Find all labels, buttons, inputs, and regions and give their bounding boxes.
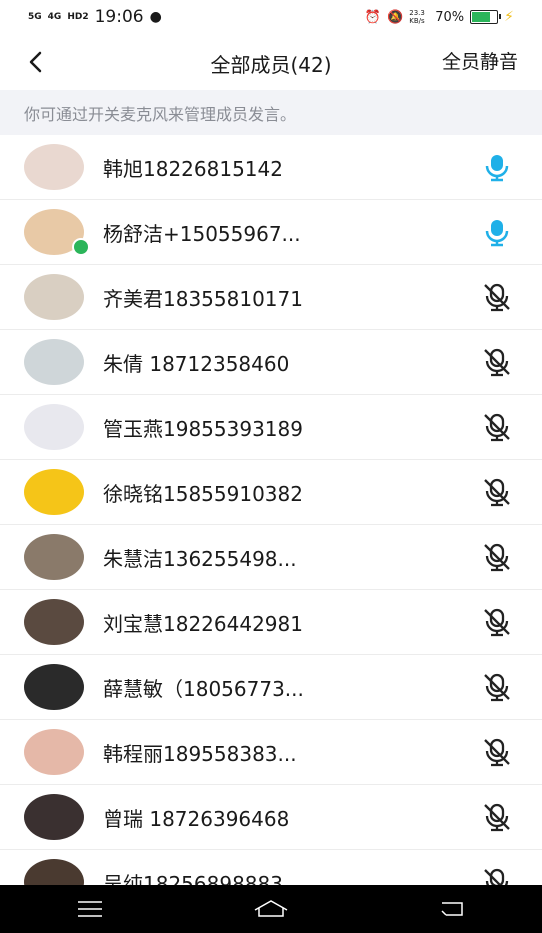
network-5g-icon: 5G (28, 12, 42, 22)
menu-icon (78, 901, 103, 917)
member-name: 薛慧敏（18056773... (103, 676, 304, 701)
mic-on-icon (485, 220, 509, 247)
member-row[interactable]: 韩旭18226815142 (0, 135, 542, 200)
member-name: 吴纯18256898883 (103, 871, 283, 886)
mic-off-toggle[interactable] (482, 412, 512, 442)
mic-off-icon (484, 543, 510, 572)
member-row[interactable]: 朱慧洁136255498... (0, 525, 542, 590)
mic-off-icon (484, 738, 510, 767)
chevron-left-icon (29, 51, 42, 73)
mic-off-toggle[interactable] (482, 802, 512, 832)
clock: 19:06 (94, 7, 144, 27)
member-row[interactable]: 管玉燕19855393189 (0, 395, 542, 460)
system-nav-bar (0, 885, 542, 933)
member-row[interactable]: 齐美君18355810171 (0, 265, 542, 330)
mic-off-toggle[interactable] (482, 477, 512, 507)
member-name: 齐美君18355810171 (103, 286, 303, 311)
mic-off-toggle[interactable] (482, 347, 512, 377)
notification-icon: ● (149, 9, 162, 25)
home-button[interactable] (251, 894, 291, 924)
member-row[interactable]: 吴纯18256898883 (0, 850, 542, 885)
avatar[interactable] (24, 599, 84, 645)
mic-off-icon (484, 608, 510, 637)
mic-off-icon (484, 868, 509, 885)
mic-off-toggle[interactable] (482, 672, 512, 702)
member-list[interactable]: 韩旭18226815142 杨舒洁+15055967... 齐美君1835581… (0, 135, 542, 885)
mic-off-toggle[interactable] (482, 282, 512, 312)
member-row[interactable]: 曾瑞 18726396468 (0, 785, 542, 850)
avatar[interactable] (24, 729, 84, 775)
avatar[interactable] (24, 339, 84, 385)
network-speed: 23.3 KB/s (409, 9, 425, 25)
home-icon (254, 900, 288, 917)
battery-percent: 70% (435, 9, 465, 25)
mic-on-toggle[interactable] (482, 152, 512, 182)
download-badge-icon (72, 238, 90, 256)
network-4g-icon: 4G (47, 12, 62, 22)
avatar[interactable] (24, 534, 84, 580)
member-name: 徐晓铭15855910382 (103, 481, 303, 506)
mic-off-icon (484, 803, 510, 832)
alarm-icon: ⏰ (364, 9, 382, 25)
mic-off-icon (484, 673, 510, 702)
avatar[interactable] (24, 469, 84, 515)
member-name: 管玉燕19855393189 (103, 416, 303, 441)
member-name: 杨舒洁+15055967... (103, 221, 301, 246)
member-row[interactable]: 徐晓铭15855910382 (0, 460, 542, 525)
return-icon (441, 902, 463, 916)
avatar[interactable] (24, 274, 84, 320)
mic-off-icon (484, 413, 510, 442)
member-row[interactable]: 杨舒洁+15055967... (0, 200, 542, 265)
avatar[interactable] (24, 859, 84, 885)
member-name: 朱倩 18712358460 (103, 351, 290, 376)
status-bar: 5G 4G HD2 19:06 ● ⏰ 🔕 23.3 KB/s 70% ⚡ (0, 0, 542, 34)
hd-icon: HD2 (67, 12, 89, 22)
member-name: 曾瑞 18726396468 (103, 806, 290, 831)
member-row[interactable]: 刘宝慧18226442981 (0, 590, 542, 655)
member-row[interactable]: 韩程丽189558383... (0, 720, 542, 785)
mic-on-icon (485, 155, 509, 182)
member-name: 韩旭18226815142 (103, 156, 283, 181)
member-name: 韩程丽189558383... (103, 741, 297, 766)
menu-button[interactable] (70, 894, 110, 924)
member-name: 朱慧洁136255498... (103, 546, 297, 571)
avatar[interactable] (24, 794, 84, 840)
mic-off-icon (484, 348, 510, 377)
charging-icon: ⚡ (504, 9, 514, 25)
mic-off-toggle[interactable] (482, 737, 512, 767)
back-button[interactable] (18, 44, 54, 80)
member-row[interactable]: 朱倩 18712358460 (0, 330, 542, 395)
mute-all-button[interactable]: 全员静音 (442, 47, 518, 74)
mic-on-toggle[interactable] (482, 217, 512, 247)
tip-banner: 你可通过开关麦克风来管理成员发言。 (0, 90, 542, 135)
battery-icon (470, 10, 502, 24)
avatar[interactable] (24, 144, 84, 190)
member-row[interactable]: 薛慧敏（18056773... (0, 655, 542, 720)
mic-off-icon (484, 478, 510, 507)
member-name: 刘宝慧18226442981 (103, 611, 303, 636)
header: 全部成员(42) 全员静音 (0, 34, 542, 90)
avatar[interactable] (24, 664, 84, 710)
silent-icon: 🔕 (387, 9, 404, 25)
mic-off-toggle[interactable] (482, 542, 512, 572)
avatar[interactable] (24, 404, 84, 450)
mic-off-icon (484, 283, 510, 312)
back-nav-button[interactable] (432, 894, 472, 924)
mic-off-toggle[interactable] (482, 607, 512, 637)
mic-off-toggle[interactable] (482, 867, 512, 885)
